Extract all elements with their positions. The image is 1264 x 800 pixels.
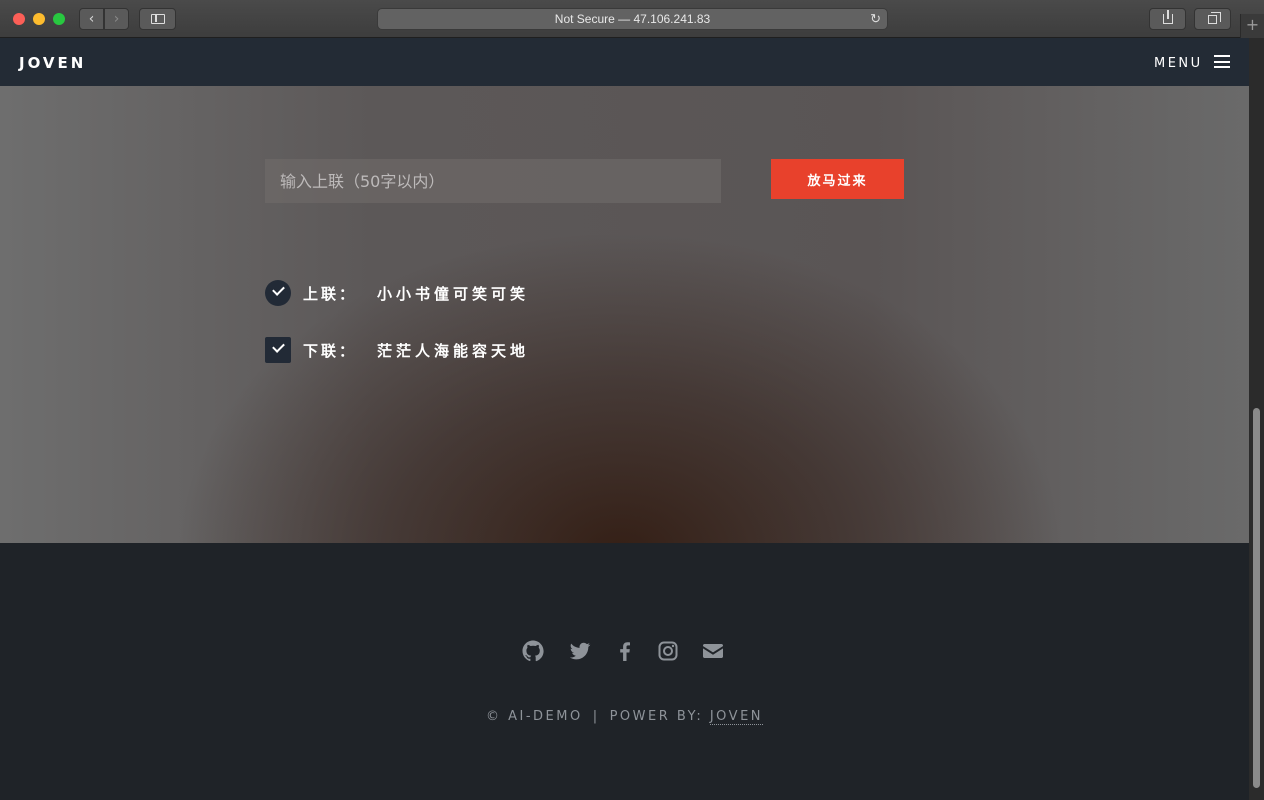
author-link[interactable]: JOVEN [709,709,764,725]
copyright-text: © AI-DEMO [485,709,583,724]
check-circle-icon [265,280,291,306]
separator: | [592,709,600,724]
brand-logo[interactable]: JOVEN [19,54,86,72]
new-tab-button[interactable]: + [1240,14,1264,38]
lower-couplet-text: 茫茫人海能容天地 [377,342,530,360]
power-by-text: POWER BY: [609,709,704,724]
address-bar[interactable]: Not Secure — 47.106.241.83 ↻ [377,8,888,30]
hero-section: 放马过来 上联： 小小书僮可笑可笑 下联： 茫茫人海能容天地 [0,86,1249,543]
twitter-icon[interactable] [568,639,592,663]
share-icon [1163,10,1173,24]
minimize-window-button[interactable] [33,13,45,25]
scrollbar-thumb[interactable] [1253,408,1260,788]
tab-overview-button[interactable] [1194,8,1231,30]
tabs-icon [1208,12,1221,24]
upper-couplet-input[interactable] [265,159,721,203]
close-window-button[interactable] [13,13,25,25]
browser-toolbar: ‹ › Not Secure — 47.106.241.83 ↻ + [0,0,1264,38]
sidebar-icon [151,14,165,24]
envelope-icon[interactable] [701,639,725,663]
plus-icon: + [1245,15,1260,34]
address-text: Not Secure — 47.106.241.83 [554,12,711,26]
top-navbar: JOVEN MENU [0,38,1249,86]
social-links [521,639,731,665]
facebook-icon[interactable] [613,639,637,663]
share-button[interactable] [1149,8,1186,30]
upper-couplet-label: 上联： [303,285,358,303]
footer: © AI-DEMO | POWER BY: JOVEN [0,543,1249,800]
chevron-left-icon: ‹ [88,11,95,27]
forward-button[interactable]: › [104,8,129,30]
check-square-icon [265,337,291,363]
github-icon[interactable] [521,639,545,663]
zoom-window-button[interactable] [53,13,65,25]
reload-icon[interactable]: ↻ [870,9,881,29]
back-button[interactable]: ‹ [79,8,104,30]
hamburger-icon[interactable] [1214,55,1230,68]
lower-couplet-label: 下联： [303,342,358,360]
sidebar-toggle-button[interactable] [139,8,176,30]
menu-button[interactable]: MENU [1154,56,1203,71]
copyright-line: © AI-DEMO | POWER BY: JOVEN [0,709,1249,725]
chevron-right-icon: › [113,11,120,27]
page-viewport: JOVEN MENU 放马过来 上联： 小小书僮可笑可笑 下联： 茫茫人海能容天… [0,38,1249,800]
submit-button[interactable]: 放马过来 [771,159,904,199]
upper-couplet-text: 小小书僮可笑可笑 [377,285,530,303]
instagram-icon[interactable] [656,639,680,663]
